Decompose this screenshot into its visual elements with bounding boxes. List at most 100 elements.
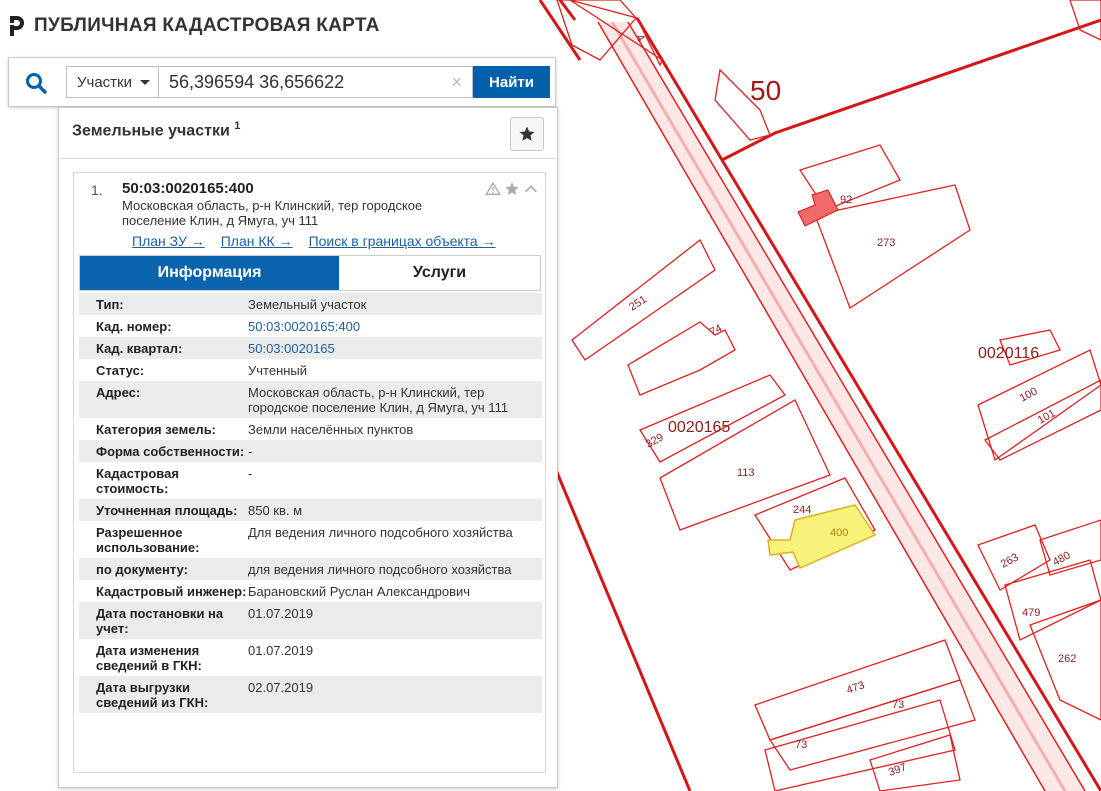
parcel-label: 329: [644, 431, 666, 450]
info-label: Кад. квартал:: [96, 341, 183, 356]
info-label: Разрешенное использование:: [96, 525, 200, 555]
info-value: Для ведения личного подсобного хозяйства: [248, 525, 513, 540]
info-row: Дата изменения сведений в ГКН: 01.07.2019: [79, 639, 542, 676]
result-index: 1.: [91, 182, 103, 198]
parcel-label: 92: [840, 194, 852, 206]
parcel-label: 101: [1036, 407, 1058, 426]
info-label: Адрес:: [96, 385, 141, 400]
info-value: -: [248, 444, 253, 459]
info-value: 01.07.2019: [248, 606, 314, 621]
info-label: Кадастровый инженер:: [96, 584, 247, 599]
search-icon[interactable]: [25, 72, 47, 94]
info-row: Тип: Земельный участок: [79, 293, 542, 315]
info-value: Учтенный: [248, 363, 308, 378]
info-row: Дата выгрузки сведений из ГКН: 02.07.2019: [79, 676, 542, 713]
cadastral-quarter-link[interactable]: 50:03:0020165: [248, 341, 542, 356]
info-label: Кад. номер:: [96, 319, 172, 334]
cadastral-number-link[interactable]: 50:03:0020165:400: [248, 319, 542, 334]
info-value: Барановский Руслан Александрович: [248, 584, 471, 599]
parcel-label: 244: [793, 504, 811, 516]
results-heading: Земельные участки 1: [72, 120, 240, 140]
info-value: Земельный участок: [248, 297, 367, 312]
result-cadastral-number[interactable]: 50:03:0020165:400: [122, 180, 254, 197]
region-label: 50: [750, 75, 781, 106]
info-table: Тип: Земельный участок Кад. номер: 50:03:0…: [79, 293, 542, 713]
info-row: Уточненная площадь: 850 кв. м: [79, 499, 542, 521]
parcel-label: 113: [737, 467, 755, 479]
search-input-value: 56,396594 36,656622: [169, 71, 345, 92]
results-heading-text: Земельные участки: [72, 122, 230, 140]
info-row: Кад. номер: 50:03:0020165:400: [79, 315, 542, 337]
chevron-up-icon[interactable]: [523, 181, 539, 197]
parcel-label: 263: [999, 551, 1021, 570]
info-row: Дата постановки на учет: 01.07.2019: [79, 602, 542, 639]
info-value: 850 кв. м: [248, 503, 303, 518]
info-label: Форма собственности:: [96, 444, 245, 459]
app-header: ПУБЛИЧНАЯ КАДАСТРОВАЯ КАРТА: [8, 10, 380, 42]
selected-parcel-400[interactable]: [767, 504, 877, 569]
info-row: Форма собственности: -: [79, 440, 542, 462]
info-row: Кад. квартал: 50:03:0020165: [79, 337, 542, 359]
search-in-bounds-link[interactable]: Поиск в границах объекта →: [309, 233, 496, 249]
favorites-button[interactable]: [510, 117, 544, 151]
star-icon: [519, 126, 535, 141]
info-row: Кадастровая стоимость: -: [79, 462, 542, 499]
parcel-label: 473: [845, 679, 866, 697]
parcel-label: 73: [795, 739, 807, 751]
info-value: для ведения личного подсобного хозяйства: [248, 562, 512, 577]
warning-icon[interactable]: [485, 181, 501, 197]
parcel-label: 74: [708, 322, 724, 338]
result-tools: [485, 181, 539, 197]
search-bar: Участки 56,396594 36,656622 × Найти: [8, 57, 556, 107]
results-count: 1: [234, 120, 241, 132]
info-label: Дата изменения сведений в ГКН:: [96, 643, 202, 673]
result-links: План ЗУ → План КК → Поиск в границах объ…: [132, 233, 496, 249]
results-panel: Земельные участки 1 1. 50:03:0020165:400…: [58, 107, 558, 788]
plan-kk-link[interactable]: План КК →: [221, 233, 293, 249]
info-label: Кадастровая стоимость:: [96, 466, 179, 496]
info-label: Уточненная площадь:: [96, 503, 238, 518]
building-92: [797, 189, 839, 227]
info-label: Тип:: [96, 297, 124, 312]
info-value: Земли населённых пунктов: [248, 422, 414, 437]
info-label: Дата постановки на учет:: [96, 606, 224, 636]
info-row: Кадастровый инженер: Барановский Руслан А…: [79, 580, 542, 602]
parcel-label: 73: [892, 699, 904, 711]
search-input[interactable]: 56,396594 36,656622 ×: [159, 66, 473, 98]
app-title: ПУБЛИЧНАЯ КАДАСТРОВАЯ КАРТА: [34, 15, 380, 36]
quarter-label: 0020165: [668, 419, 730, 436]
info-label: по документу:: [96, 562, 188, 577]
clear-icon[interactable]: ×: [451, 72, 462, 93]
search-type-select[interactable]: Участки: [66, 66, 159, 98]
info-value: 02.07.2019: [248, 680, 314, 695]
parcel-label: 273: [877, 237, 895, 249]
result-tabs: Информация Услуги: [79, 255, 541, 291]
parcel-label: 262: [1058, 653, 1076, 665]
logo-icon: [10, 16, 24, 36]
parcel-label: 100: [1018, 385, 1040, 404]
find-button[interactable]: Найти: [473, 66, 550, 98]
tab-services[interactable]: Услуги: [339, 256, 540, 290]
info-row: по документу: для ведения личного подсобн…: [79, 558, 542, 580]
parcel-label: 397: [887, 761, 908, 779]
result-card: 1. 50:03:0020165:400 Московская область,…: [73, 172, 546, 773]
search-type-label: Участки: [77, 73, 132, 91]
info-row: Адрес: Московская область, р-н Клинский, …: [79, 381, 542, 418]
quarter-label: 0020116: [978, 345, 1039, 362]
info-value: Московская область, р-н Клинский, тер го…: [248, 385, 509, 415]
tab-information[interactable]: Информация: [80, 256, 339, 290]
result-address: Московская область, р-н Клинский, тер го…: [122, 198, 423, 228]
info-row: Разрешенное использование: Для ведения ли…: [79, 521, 542, 558]
info-value: 01.07.2019: [248, 643, 314, 658]
info-label: Дата выгрузки сведений из ГКН:: [96, 680, 209, 710]
parcel-label: 251: [627, 293, 649, 313]
info-label: Статус:: [96, 363, 145, 378]
parcel-label: 479: [1022, 607, 1040, 619]
plan-zu-link[interactable]: План ЗУ →: [132, 233, 205, 249]
info-row: Категория земель: Земли населённых пункто…: [79, 418, 542, 440]
results-header: Земельные участки 1: [59, 108, 557, 159]
chevron-down-icon: [140, 79, 150, 85]
star-icon[interactable]: [504, 181, 520, 197]
info-value: -: [248, 466, 253, 481]
parcel-label: 400: [830, 527, 848, 539]
